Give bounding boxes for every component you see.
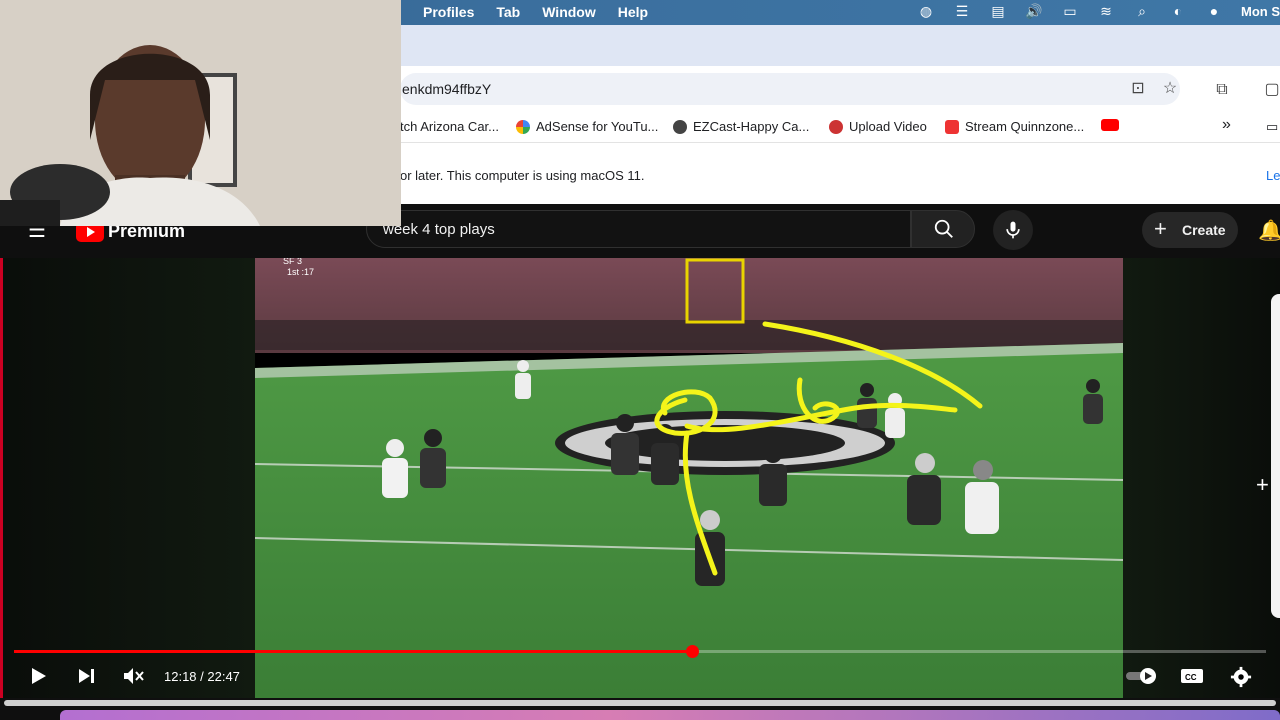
progress-bar[interactable] — [14, 645, 1266, 658]
muted-volume-icon — [124, 668, 144, 684]
app-status-icon[interactable]: ◍ — [917, 3, 935, 19]
next-button[interactable] — [74, 666, 98, 688]
control-strip-icon[interactable]: ☰ — [953, 3, 971, 19]
dock-background — [60, 710, 1280, 720]
browser-info-bar: or later. This computer is using macOS 1… — [400, 142, 1280, 205]
svg-text:SF 3: SF 3 — [283, 258, 302, 266]
search-icon — [934, 219, 953, 238]
football-scene: SF 3 1st :17 — [255, 258, 1123, 698]
globe-icon — [673, 119, 687, 134]
notifications-bell-icon[interactable]: 🔔 — [1258, 218, 1280, 243]
keyboard-icon[interactable]: ▤ — [989, 3, 1007, 19]
player-controls: 12:18 / 22:47 CC — [0, 640, 1280, 698]
gear-icon — [1230, 666, 1252, 688]
control-center-icon[interactable]: ◐ — [1169, 3, 1187, 19]
search-box[interactable]: week 4 top plays — [366, 210, 911, 248]
settings-button[interactable] — [1229, 666, 1253, 688]
browser-tab-strip — [400, 25, 1280, 66]
google-icon — [516, 119, 530, 134]
video-frame: SF 3 1st :17 — [255, 258, 1123, 698]
browser-toolbar: enkdm94ffbzY ⊡ ☆ ⧉ ▢ — [400, 66, 1280, 112]
install-app-icon[interactable]: ⊡ — [1128, 79, 1148, 99]
stadium-wall — [255, 320, 1123, 350]
wifi-icon[interactable]: ≋ — [1097, 3, 1115, 19]
webcam-overlay — [0, 0, 401, 226]
plus-icon: + — [1154, 216, 1167, 241]
bookmark-star-icon[interactable]: ☆ — [1160, 79, 1180, 99]
siri-icon[interactable]: ● — [1205, 3, 1223, 19]
info-bar-message: or later. This computer is using macOS 1… — [400, 168, 645, 183]
svg-text:1st :17: 1st :17 — [287, 267, 314, 277]
video-player[interactable]: SF 3 1st :17 + — [0, 258, 1280, 698]
menu-tab[interactable]: Tab — [496, 4, 520, 20]
upload-icon — [829, 119, 843, 134]
extensions-icon[interactable]: ⧉ — [1212, 80, 1232, 100]
stream-icon — [945, 119, 959, 134]
bookmark-adsense[interactable]: AdSense for YouTu... — [516, 119, 658, 134]
next-icon — [79, 669, 94, 683]
spotlight-icon[interactable]: ⌕ — [1133, 3, 1151, 19]
progress-fill — [14, 650, 692, 653]
play-button[interactable] — [26, 666, 50, 688]
url-text[interactable]: enkdm94ffbzY — [402, 81, 491, 97]
voice-search-button[interactable] — [993, 210, 1033, 250]
microphone-icon — [1006, 221, 1020, 239]
crosshair-cursor-icon: + — [1256, 472, 1269, 497]
captions-button[interactable]: CC — [1180, 666, 1204, 688]
mute-button[interactable] — [121, 666, 145, 688]
play-icon — [32, 668, 46, 684]
info-bar-learn-more-link[interactable]: Le — [1266, 168, 1280, 183]
bookmark-ezcast[interactable]: EZCast-Happy Ca... — [673, 119, 809, 134]
bookmarks-bar: tch Arizona Car... AdSense for YouTu... … — [400, 112, 1280, 142]
bookmark-folder-icon[interactable]: ▭ — [1266, 119, 1278, 135]
menu-profiles[interactable]: Profiles — [423, 4, 474, 20]
progress-scrubber[interactable] — [685, 645, 699, 658]
address-bar[interactable]: enkdm94ffbzY ⊡ ☆ — [400, 73, 1180, 105]
bottom-dock-strip — [0, 698, 1280, 720]
volume-icon[interactable]: 🔊 — [1025, 3, 1043, 19]
menu-clock[interactable]: Mon S — [1241, 4, 1280, 19]
video-edge-highlight — [0, 258, 3, 698]
bookmarks-overflow-button[interactable]: » — [1222, 116, 1231, 134]
svg-text:CC: CC — [1185, 673, 1197, 682]
create-label: Create — [1182, 222, 1226, 238]
autoplay-icon — [1126, 668, 1156, 684]
autoplay-toggle[interactable] — [1124, 666, 1160, 688]
side-panel-edge — [1271, 294, 1280, 618]
menu-window[interactable]: Window — [542, 4, 596, 20]
menu-items: Profiles Tab Window Help — [423, 4, 648, 20]
webcam-person-image — [0, 0, 401, 226]
captions-icon: CC — [1181, 669, 1203, 683]
bookmark-arizona[interactable]: tch Arizona Car... — [400, 119, 499, 134]
menu-status-area: ◍ ☰ ▤ 🔊 ▭ ≋ ⌕ ◐ ● Mon S — [917, 3, 1280, 19]
video-letterbox-left — [0, 258, 255, 698]
bookmark-youtube[interactable] — [1101, 119, 1119, 131]
battery-icon[interactable]: ▭ — [1061, 3, 1079, 19]
menu-help[interactable]: Help — [618, 4, 648, 20]
youtube-icon — [1101, 119, 1119, 131]
time-display: 12:18 / 22:47 — [164, 669, 240, 684]
search-button[interactable] — [911, 210, 975, 248]
horizontal-scrollbar[interactable] — [4, 700, 1276, 706]
create-button[interactable]: + Create — [1142, 212, 1238, 248]
bookmark-upload-video[interactable]: Upload Video — [829, 119, 927, 134]
bookmark-stream[interactable]: Stream Quinnzone... — [945, 119, 1084, 134]
side-panel-icon[interactable]: ▢ — [1262, 80, 1280, 100]
